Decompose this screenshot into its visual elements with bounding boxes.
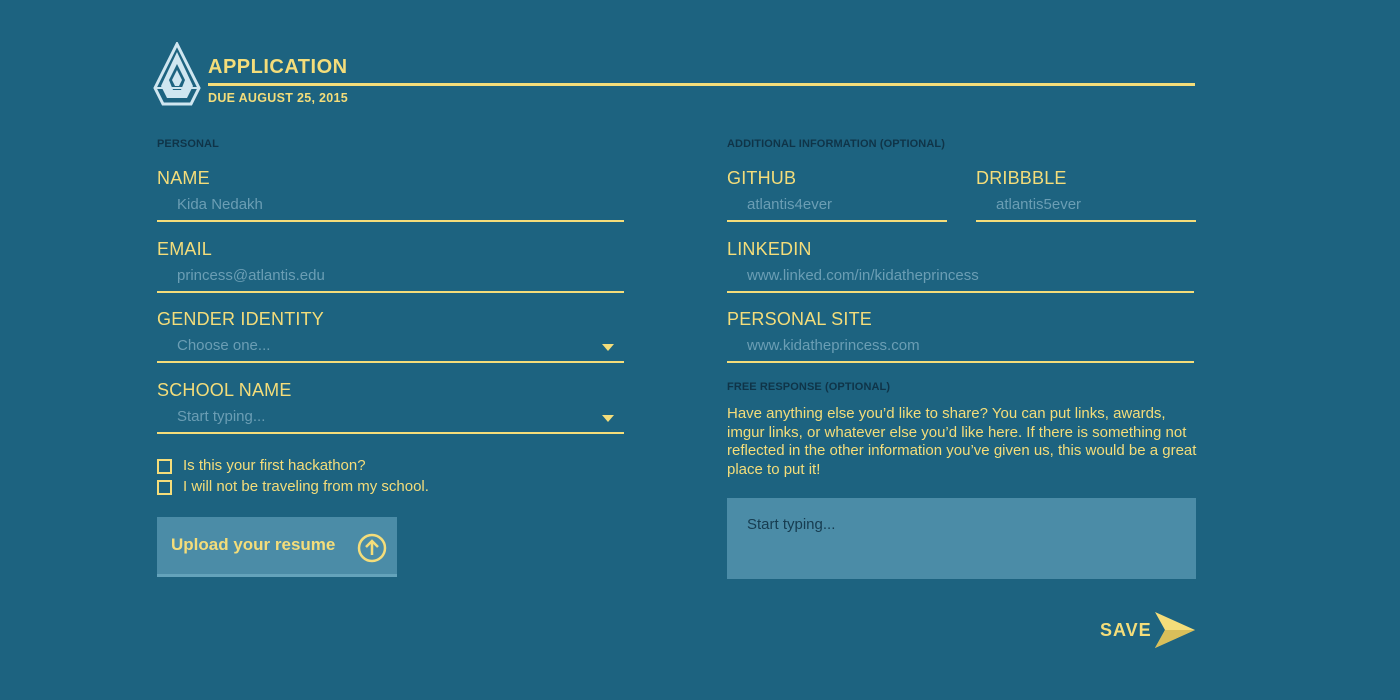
gender-label: GENDER IDENTITY bbox=[157, 309, 325, 329]
email-placeholder: princess@atlantis.edu bbox=[177, 267, 325, 284]
page-title: APPLICATION bbox=[208, 56, 348, 78]
free-response-textarea[interactable]: Start typing... bbox=[727, 498, 1196, 579]
arrow-up-circle-icon bbox=[357, 533, 387, 563]
dribbble-label: DRIBBBLE bbox=[976, 168, 1067, 188]
free-response-label: FREE RESPONSE (OPTIONAL) bbox=[727, 381, 891, 393]
linkedin-field[interactable]: www.linked.com/in/kidatheprincess bbox=[727, 267, 1194, 293]
gender-placeholder: Choose one... bbox=[177, 337, 271, 354]
chevron-down-icon bbox=[602, 344, 614, 351]
header-divider bbox=[208, 83, 1195, 86]
gender-select[interactable]: Choose one... bbox=[157, 337, 624, 363]
not-traveling-checkbox[interactable] bbox=[157, 480, 172, 495]
personal-site-label: PERSONAL SITE bbox=[727, 309, 872, 329]
github-label: GITHUB bbox=[727, 168, 797, 188]
dribbble-field[interactable]: atlantis5ever bbox=[976, 196, 1196, 222]
name-placeholder: Kida Nedakh bbox=[177, 196, 263, 213]
dribbble-placeholder: atlantis5ever bbox=[996, 196, 1082, 213]
not-traveling-label: I will not be traveling from my school. bbox=[183, 478, 429, 495]
save-button[interactable]: SAVE bbox=[1100, 620, 1152, 641]
chevron-down-icon bbox=[602, 415, 614, 422]
email-label: EMAIL bbox=[157, 239, 213, 259]
github-placeholder: atlantis4ever bbox=[747, 196, 833, 213]
school-select[interactable]: Start typing... bbox=[157, 408, 624, 434]
email-field[interactable]: princess@atlantis.edu bbox=[157, 267, 624, 293]
free-response-prompt: Have anything else you’d like to share? … bbox=[727, 405, 1197, 478]
personal-site-field[interactable]: www.kidatheprincess.com bbox=[727, 337, 1194, 363]
personal-section-label: PERSONAL bbox=[157, 138, 219, 150]
additional-section-label: ADDITIONAL INFORMATION (OPTIONAL) bbox=[727, 138, 945, 150]
upload-resume-label: Upload your resume bbox=[171, 535, 336, 554]
atlantis-logo-icon bbox=[153, 42, 201, 106]
personal-site-placeholder: www.kidatheprincess.com bbox=[747, 337, 920, 354]
free-response-placeholder: Start typing... bbox=[747, 516, 836, 533]
github-field[interactable]: atlantis4ever bbox=[727, 196, 947, 222]
first-hackathon-checkbox[interactable] bbox=[157, 459, 172, 474]
name-field[interactable]: Kida Nedakh bbox=[157, 196, 624, 222]
linkedin-label: LINKEDIN bbox=[727, 239, 812, 259]
name-label: NAME bbox=[157, 168, 210, 188]
upload-resume-button[interactable]: Upload your resume bbox=[157, 517, 397, 577]
due-date: DUE AUGUST 25, 2015 bbox=[208, 91, 349, 105]
school-label: SCHOOL NAME bbox=[157, 380, 292, 400]
paper-plane-arrow-icon[interactable] bbox=[1153, 610, 1197, 650]
linkedin-placeholder: www.linked.com/in/kidatheprincess bbox=[747, 267, 979, 284]
first-hackathon-label: Is this your first hackathon? bbox=[183, 457, 366, 474]
school-placeholder: Start typing... bbox=[177, 408, 266, 425]
